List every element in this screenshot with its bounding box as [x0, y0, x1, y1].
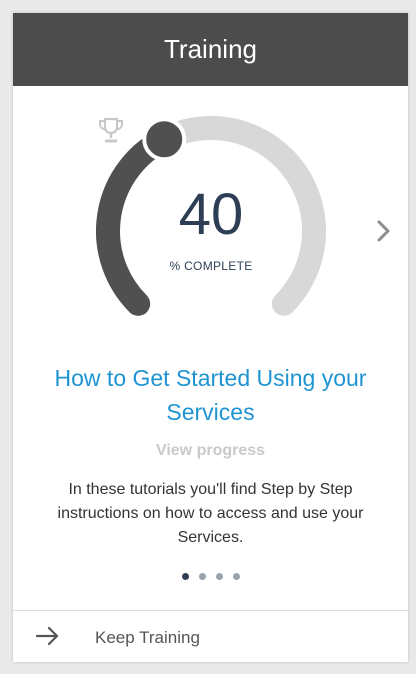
card-title: Training: [164, 34, 257, 64]
carousel-dot[interactable]: [181, 573, 189, 580]
trophy-icon: [99, 117, 123, 143]
progress-caption: % COMPLETE: [169, 259, 253, 273]
carousel-dot[interactable]: [215, 573, 223, 580]
course-description: In these tutorials you'll find Step by S…: [57, 481, 364, 546]
card-header: Training: [13, 13, 408, 86]
arrow-right-icon: [35, 626, 59, 646]
progress-gauge: 40 % COMPLETE: [96, 116, 326, 346]
carousel-pagination: [13, 573, 408, 580]
training-card: Training 40 % COMPLETE How to Get Starte…: [13, 13, 408, 662]
keep-training-label: Keep Training: [95, 628, 200, 647]
view-progress-link[interactable]: View progress: [13, 442, 408, 460]
chevron-right-icon[interactable]: [370, 218, 396, 244]
carousel-dot[interactable]: [232, 573, 240, 580]
progress-value: 40: [178, 182, 244, 247]
keep-training-button[interactable]: Keep Training: [13, 610, 408, 662]
carousel-dot[interactable]: [198, 573, 206, 580]
course-title-link[interactable]: How to Get Started Using your Services: [23, 361, 398, 429]
progress-knob: [142, 117, 187, 162]
